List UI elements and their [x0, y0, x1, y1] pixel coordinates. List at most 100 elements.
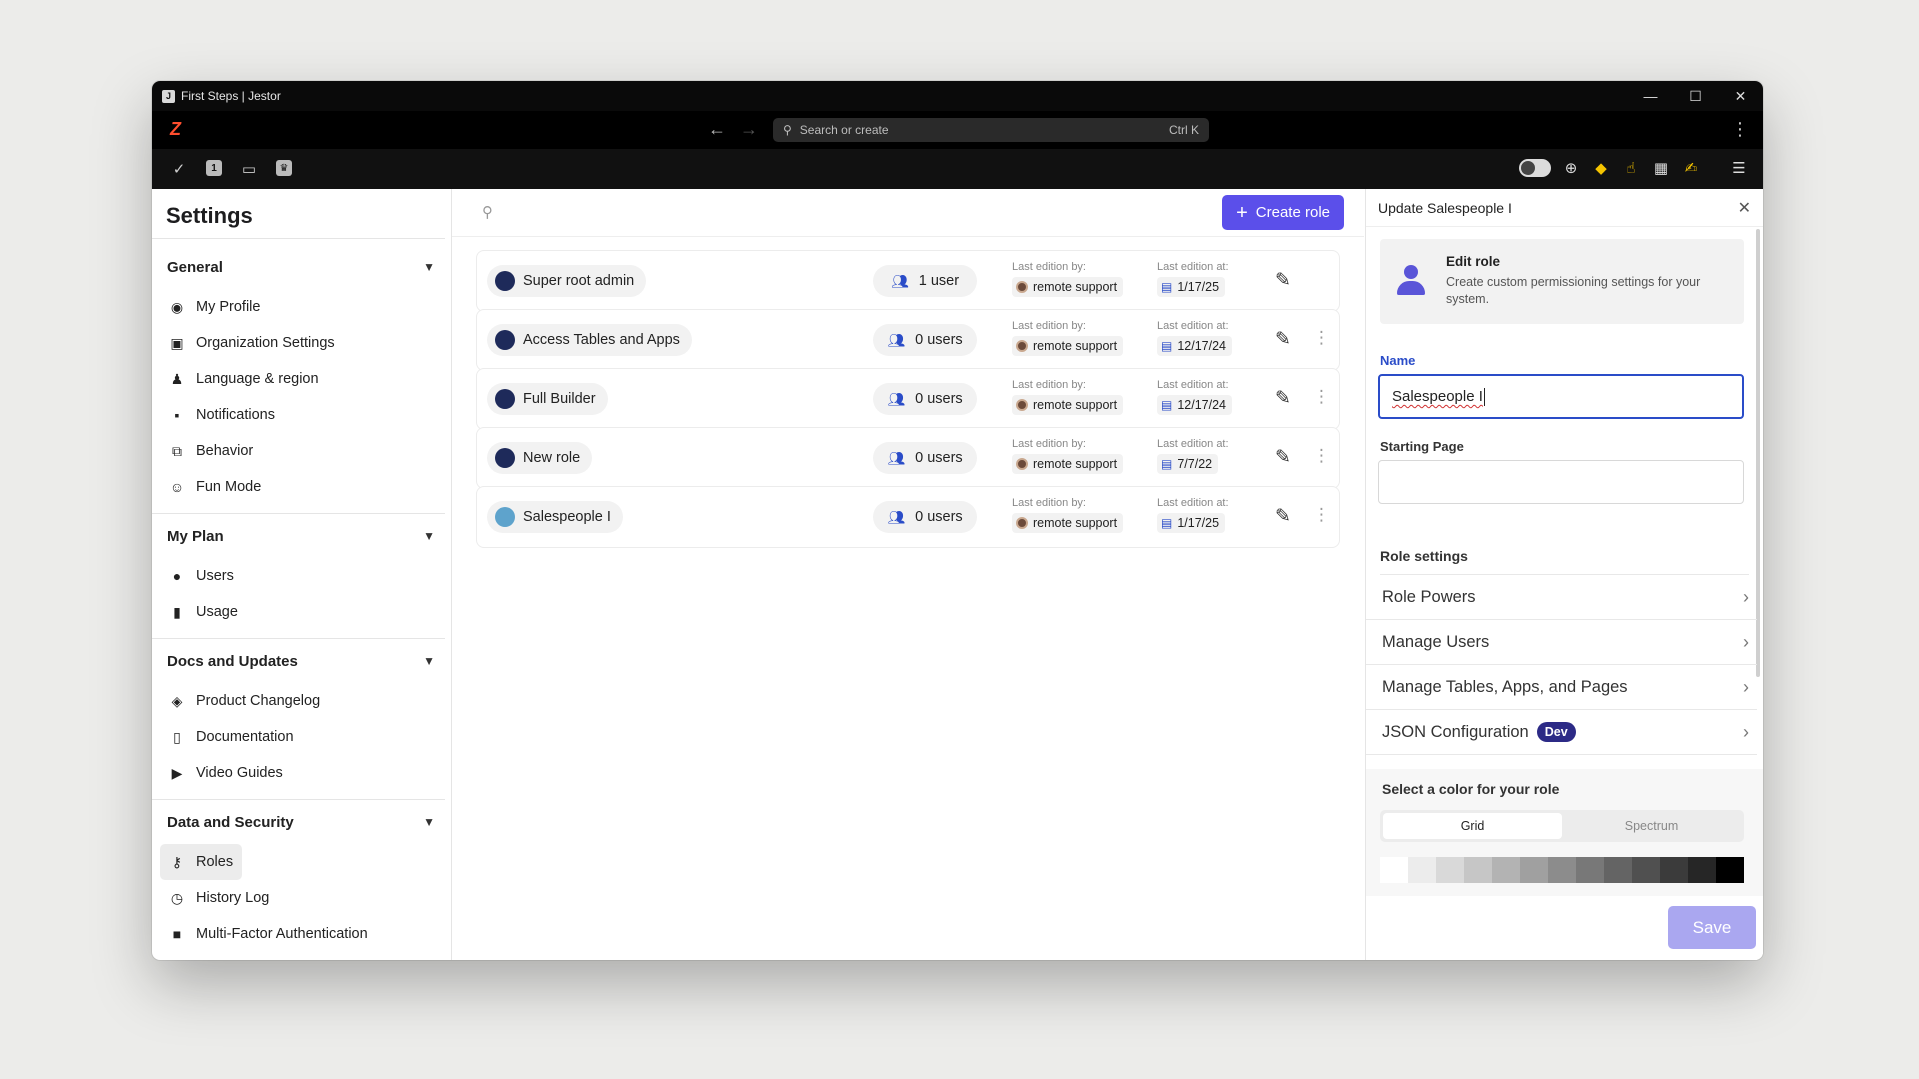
- color-swatch[interactable]: [1576, 857, 1604, 883]
- mode-toggle[interactable]: [1519, 159, 1551, 177]
- json-configuration-item[interactable]: JSON Configuration Dev ›: [1366, 710, 1757, 755]
- dev-badge: Dev: [1536, 722, 1576, 742]
- role-row[interactable]: Super root admin 👥︎ 1 user Last edition …: [476, 250, 1340, 312]
- sidebar-item-usage[interactable]: ▮ Usage: [152, 594, 451, 630]
- role-name-pill[interactable]: Full Builder: [487, 383, 608, 415]
- calendar-icon: ▤: [1161, 339, 1173, 353]
- sidebar-item-my-profile[interactable]: ◉ My Profile: [152, 289, 451, 325]
- more-vertical-icon[interactable]: ⋮: [1313, 328, 1330, 348]
- sidebar-item-documentation[interactable]: ▯ Documentation: [152, 719, 451, 755]
- role-users-pill[interactable]: 👥︎ 0 users: [873, 383, 977, 415]
- role-row[interactable]: Salespeople I 👥︎ 0 users Last edition by…: [476, 486, 1340, 548]
- writing-hand-icon[interactable]: ✍: [1681, 159, 1701, 177]
- number-icon[interactable]: 1: [206, 160, 222, 176]
- bar-chart-icon: ▮: [173, 603, 181, 620]
- role-row[interactable]: Access Tables and Apps 👥︎ 0 users Last e…: [476, 309, 1340, 371]
- tab-spectrum[interactable]: Spectrum: [1562, 813, 1741, 839]
- back-arrow-icon[interactable]: ←: [708, 119, 726, 140]
- minimize-button[interactable]: —: [1628, 81, 1673, 111]
- maximize-button[interactable]: ☐: [1673, 81, 1718, 111]
- color-swatch[interactable]: [1380, 857, 1408, 883]
- handshake-icon[interactable]: ◆: [1591, 159, 1611, 177]
- tab-grid[interactable]: Grid: [1383, 813, 1562, 839]
- sidebar-item-product-changelog[interactable]: ◈ Product Changelog: [152, 683, 451, 719]
- edit-pencil-icon[interactable]: ✎: [1275, 505, 1291, 528]
- sidebar-item-roles[interactable]: ⚷ Roles: [160, 844, 242, 880]
- role-row[interactable]: Full Builder 👥︎ 0 users Last edition by:…: [476, 368, 1340, 430]
- crown-icon[interactable]: ♛: [276, 160, 292, 176]
- name-field[interactable]: Salespeople I: [1378, 374, 1744, 419]
- jestor-logo-icon[interactable]: Z: [170, 119, 181, 140]
- sidebar-item-behavior[interactable]: ⧉ Behavior: [152, 433, 451, 469]
- users-icon: 👥︎: [887, 331, 906, 348]
- global-search-input[interactable]: ⚲ Search or create Ctrl K: [773, 118, 1209, 142]
- role-row[interactable]: New role 👥︎ 0 users Last edition by: rem…: [476, 427, 1340, 489]
- card-description: Create custom permissioning settings for…: [1446, 275, 1701, 306]
- globe-icon[interactable]: ⊕: [1561, 159, 1581, 177]
- role-users-pill[interactable]: 👥︎ 0 users: [873, 501, 977, 533]
- last-edition-at: Last edition at: ▤ 7/7/22: [1157, 438, 1229, 474]
- edit-pencil-icon[interactable]: ✎: [1275, 446, 1291, 469]
- sidebar-item-multi-factor-authentication[interactable]: ■ Multi-Factor Authentication: [152, 916, 451, 952]
- color-swatch[interactable]: [1520, 857, 1548, 883]
- color-swatch[interactable]: [1464, 857, 1492, 883]
- close-icon[interactable]: ✕: [1738, 198, 1751, 218]
- role-color-dot: [495, 448, 515, 468]
- edit-pencil-icon[interactable]: ✎: [1275, 269, 1291, 292]
- sidebar-item-video-guides[interactable]: ▶ Video Guides: [152, 755, 451, 791]
- section-my-plan[interactable]: My Plan ▼: [152, 514, 451, 558]
- role-users-pill[interactable]: 👥︎ 0 users: [873, 442, 977, 474]
- search-icon[interactable]: ⚲: [482, 203, 493, 221]
- edit-pencil-icon[interactable]: ✎: [1275, 328, 1291, 351]
- color-swatch[interactable]: [1492, 857, 1520, 883]
- role-name-pill[interactable]: Access Tables and Apps: [487, 324, 692, 356]
- chat-icon[interactable]: ▭: [240, 160, 258, 178]
- last-edition-at: Last edition at: ▤ 1/17/25: [1157, 497, 1229, 533]
- more-options-icon[interactable]: ⋮: [1731, 119, 1749, 140]
- starting-page-field[interactable]: [1378, 460, 1744, 504]
- sidebar-item-notifications[interactable]: ▪ Notifications: [152, 397, 451, 433]
- color-swatch[interactable]: [1716, 857, 1744, 883]
- role-name-pill[interactable]: Salespeople I: [487, 501, 623, 533]
- users-icon: 👥︎: [887, 508, 906, 525]
- section-general[interactable]: General ▼: [152, 245, 451, 289]
- close-window-button[interactable]: ✕: [1718, 81, 1763, 111]
- clock-icon: ◷: [170, 889, 184, 906]
- save-button[interactable]: Save: [1668, 906, 1756, 949]
- manage-tables-apps-pages-item[interactable]: Manage Tables, Apps, and Pages ›: [1366, 665, 1757, 710]
- section-data-and-security[interactable]: Data and Security ▼: [152, 800, 451, 844]
- hand-icon[interactable]: ☝: [1621, 159, 1641, 177]
- edit-pencil-icon[interactable]: ✎: [1275, 387, 1291, 410]
- role-users-pill[interactable]: 👥︎ 1 user: [873, 265, 977, 297]
- id-card-icon: ▣: [170, 334, 184, 351]
- forward-arrow-icon[interactable]: →: [740, 119, 758, 140]
- color-swatch[interactable]: [1660, 857, 1688, 883]
- role-users-pill[interactable]: 👥︎ 0 users: [873, 324, 977, 356]
- create-role-button[interactable]: + Create role: [1222, 195, 1344, 230]
- search-icon: ⚲: [783, 123, 792, 137]
- color-swatch[interactable]: [1632, 857, 1660, 883]
- sidebar-item-language-region[interactable]: ♟ Language & region: [152, 361, 451, 397]
- color-swatch[interactable]: [1688, 857, 1716, 883]
- sidebar-item-organization-settings[interactable]: ▣ Organization Settings: [152, 325, 451, 361]
- avatar: [1016, 399, 1028, 411]
- check-circle-icon[interactable]: ✓: [170, 160, 188, 178]
- color-swatch[interactable]: [1548, 857, 1576, 883]
- section-docs-and-updates[interactable]: Docs and Updates ▼: [152, 639, 451, 683]
- sidebar-item-history-log[interactable]: ◷ History Log: [152, 880, 451, 916]
- more-vertical-icon[interactable]: ⋮: [1313, 387, 1330, 407]
- role-powers-item[interactable]: Role Powers ›: [1366, 575, 1757, 620]
- calendar-icon: ▤: [1161, 398, 1173, 412]
- role-name-pill[interactable]: Super root admin: [487, 265, 647, 297]
- table-icon[interactable]: ▦: [1651, 159, 1671, 177]
- more-vertical-icon[interactable]: ⋮: [1313, 446, 1330, 466]
- color-swatch[interactable]: [1436, 857, 1464, 883]
- more-vertical-icon[interactable]: ⋮: [1313, 505, 1330, 525]
- color-swatch[interactable]: [1604, 857, 1632, 883]
- sidebar-item-fun-mode[interactable]: ☺ Fun Mode: [152, 469, 451, 505]
- role-name-pill[interactable]: New role: [487, 442, 593, 474]
- color-swatch[interactable]: [1408, 857, 1436, 883]
- sidebar-item-users[interactable]: ● Users: [152, 558, 451, 594]
- manage-users-item[interactable]: Manage Users ›: [1366, 620, 1757, 665]
- list-menu-icon[interactable]: ☰: [1729, 159, 1749, 177]
